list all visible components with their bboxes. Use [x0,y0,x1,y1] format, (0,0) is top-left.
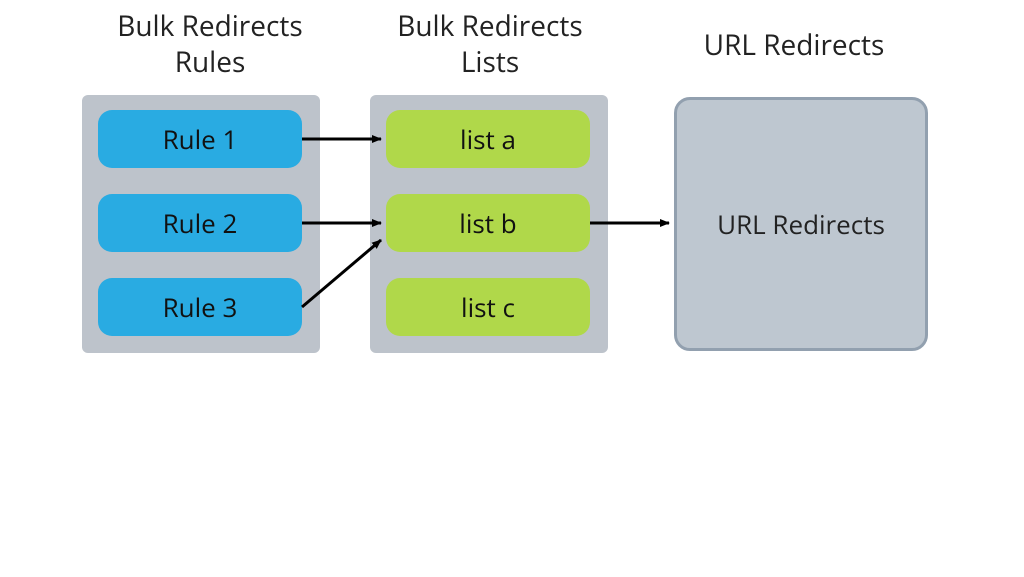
lists-title-line2: Lists [370,44,610,80]
rule-2-pill: Rule 2 [98,194,302,252]
redirects-title-text: URL Redirects [704,26,885,64]
rule-3-label: Rule 3 [163,289,238,325]
rule-3-pill: Rule 3 [98,278,302,336]
url-redirects-box: URL Redirects [674,97,928,351]
list-b-pill: list b [386,194,590,252]
url-redirects-box-label: URL Redirects [717,206,885,242]
rule-1-label: Rule 1 [163,121,238,157]
rules-column-title: Bulk Redirects Rules [90,8,330,81]
rules-title-line2: Rules [90,44,330,80]
list-c-label: list c [461,289,515,325]
lists-column-title: Bulk Redirects Lists [370,8,610,81]
redirects-column-title: URL Redirects [674,26,914,64]
list-c-pill: list c [386,278,590,336]
rules-title-line1: Bulk Redirects [90,8,330,44]
rule-1-pill: Rule 1 [98,110,302,168]
list-b-label: list b [459,205,516,241]
list-a-pill: list a [386,110,590,168]
list-a-label: list a [460,121,516,157]
rule-2-label: Rule 2 [163,205,238,241]
lists-title-line1: Bulk Redirects [370,8,610,44]
